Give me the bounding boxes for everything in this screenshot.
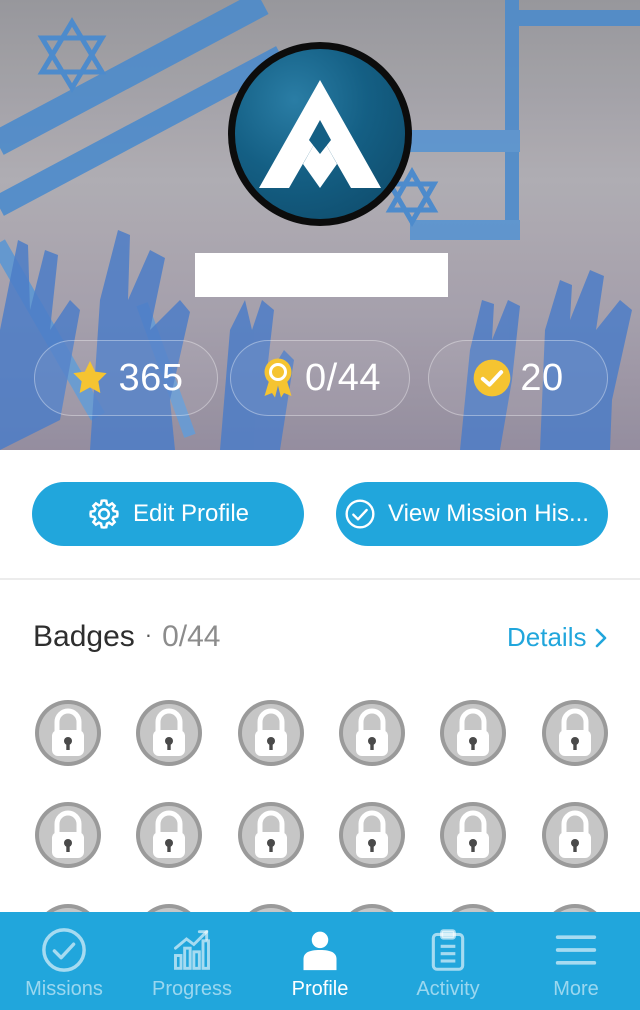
completed-check-icon bbox=[472, 358, 512, 398]
check-circle-icon bbox=[344, 498, 376, 530]
tab-missions[interactable]: Missions bbox=[0, 912, 128, 1010]
missions-completed-value: 20 bbox=[520, 356, 564, 399]
star-icon bbox=[69, 358, 111, 398]
details-label: Details bbox=[507, 622, 587, 652]
locked-badge-icon[interactable] bbox=[236, 800, 306, 870]
bottom-tab-bar: Missions Progress Profile Activity More bbox=[0, 912, 640, 1010]
view-mission-history-button[interactable]: View Mission His... bbox=[336, 482, 608, 546]
tab-progress[interactable]: Progress bbox=[128, 912, 256, 1010]
tab-more-label: More bbox=[553, 978, 599, 1000]
profile-header: 365 0/44 20 bbox=[0, 0, 640, 450]
tab-missions-label: Missions bbox=[25, 978, 103, 1000]
locked-badge-icon[interactable] bbox=[337, 800, 407, 870]
tab-activity[interactable]: Activity bbox=[384, 912, 512, 1010]
person-icon bbox=[298, 928, 342, 972]
badges-title: Badges bbox=[33, 620, 135, 653]
points-value: 365 bbox=[118, 356, 184, 399]
award-ribbon-icon bbox=[259, 357, 297, 399]
clipboard-icon bbox=[426, 928, 470, 972]
chevron-right-icon bbox=[594, 627, 608, 649]
edit-profile-label: Edit Profile bbox=[132, 500, 250, 527]
gear-icon bbox=[87, 497, 121, 531]
badges-heading: Badges · 0/44 bbox=[33, 620, 220, 654]
missions-stat: 20 bbox=[428, 340, 608, 416]
locked-badge-icon[interactable] bbox=[33, 800, 103, 870]
locked-badge-icon[interactable] bbox=[236, 698, 306, 768]
locked-badge-icon[interactable] bbox=[438, 800, 508, 870]
app-logo-icon bbox=[259, 80, 381, 188]
badges-details-link[interactable]: Details bbox=[507, 622, 608, 653]
section-divider bbox=[0, 578, 640, 580]
locked-badge-icon[interactable] bbox=[134, 800, 204, 870]
tab-activity-label: Activity bbox=[416, 978, 480, 1000]
check-circle-icon bbox=[41, 928, 87, 972]
locked-badge-icon[interactable] bbox=[33, 698, 103, 768]
bar-chart-icon bbox=[170, 928, 214, 972]
tab-profile[interactable]: Profile bbox=[256, 912, 384, 1010]
avatar[interactable] bbox=[228, 42, 412, 226]
tab-more[interactable]: More bbox=[512, 912, 640, 1010]
locked-badge-icon[interactable] bbox=[134, 698, 204, 768]
username-redacted bbox=[195, 253, 448, 297]
locked-badge-icon[interactable] bbox=[540, 800, 610, 870]
edit-profile-button[interactable]: Edit Profile bbox=[32, 482, 304, 546]
locked-badge-icon[interactable] bbox=[540, 698, 610, 768]
badges-stat: 0/44 bbox=[230, 340, 410, 416]
tab-progress-label: Progress bbox=[151, 978, 233, 1000]
view-mission-history-label: View Mission His... bbox=[388, 500, 589, 527]
badges-separator: · bbox=[144, 622, 153, 647]
tab-profile-label: Profile bbox=[291, 978, 349, 1000]
badges-stat-value: 0/44 bbox=[305, 356, 381, 399]
points-stat: 365 bbox=[34, 340, 218, 416]
badges-count: 0/44 bbox=[162, 620, 221, 653]
menu-icon bbox=[554, 928, 598, 972]
locked-badge-icon[interactable] bbox=[438, 698, 508, 768]
locked-badge-icon[interactable] bbox=[337, 698, 407, 768]
